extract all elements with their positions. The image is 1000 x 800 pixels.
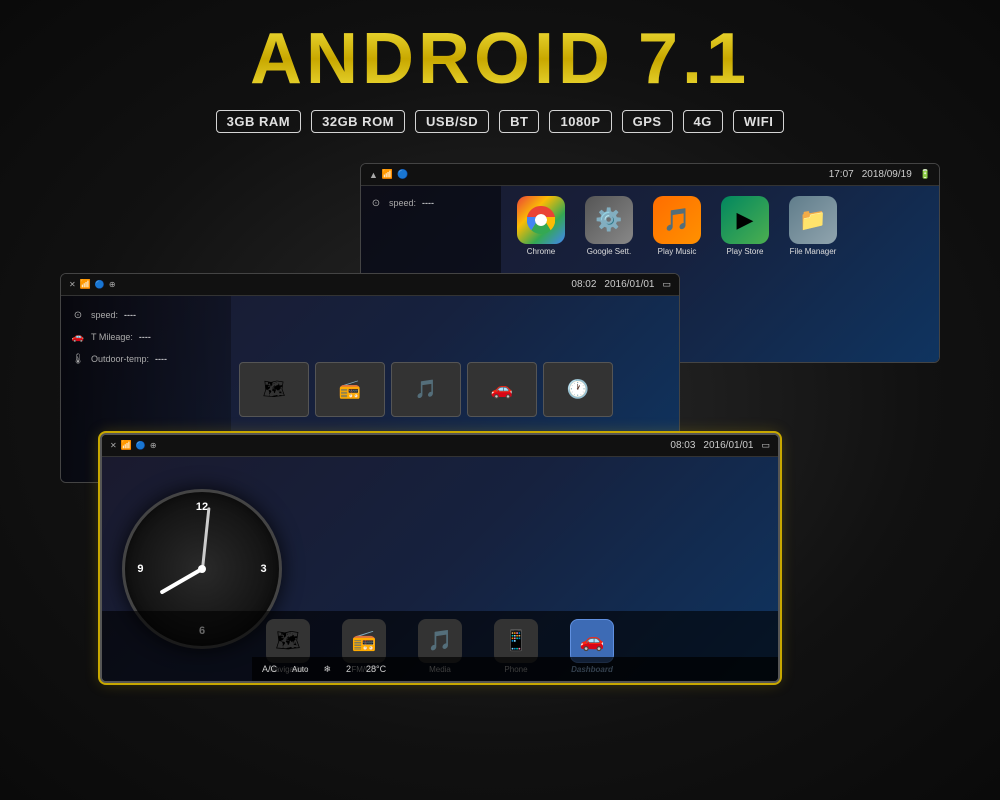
- speed-row: ⊙ speed: ----: [369, 196, 493, 210]
- fan-icon: ❄: [323, 664, 331, 675]
- clock-num-9: 9: [137, 563, 143, 575]
- spec-gps: GPS: [622, 110, 673, 133]
- spec-rom: 32GB ROM: [311, 110, 405, 133]
- mid-speed-row: ⊙ speed: ----: [71, 308, 221, 322]
- app-playstore[interactable]: ▶ Play Store: [715, 196, 775, 257]
- mid-temp-icon: 🌡: [71, 352, 85, 366]
- screen-mid-header: ✕ 📶 🔵 ⊕ 08:02 2016/01/01 ▭: [61, 274, 679, 296]
- screen-front-header: ✕ 📶 🔵 ⊕ 08:03 2016/01/01 ▭: [102, 435, 778, 457]
- mid-temp-row: 🌡 Outdoor-temp: ----: [71, 352, 221, 366]
- playmusic-label: Play Music: [658, 247, 697, 257]
- gsettings-icon: ⚙️: [585, 196, 633, 244]
- mid-mileage-row: 🚗 T Mileage: ----: [71, 330, 221, 344]
- back-time: 17:07: [829, 169, 854, 180]
- temp-value: 28°C: [366, 664, 386, 674]
- media-icon: 🎵: [418, 619, 462, 663]
- thumb-map: 🗺: [239, 362, 309, 417]
- thumb-clock: 🕐: [543, 362, 613, 417]
- front-date: 2016/01/01: [703, 440, 753, 451]
- ac-auto: Auto: [292, 665, 308, 674]
- app-filemanager[interactable]: 📁 File Manager: [783, 196, 843, 257]
- playstore-label: Play Store: [727, 247, 764, 257]
- app-playmusic[interactable]: 🎵 Play Music: [647, 196, 707, 257]
- app-chrome[interactable]: Chrome: [511, 196, 571, 257]
- mid-time-date: 08:02 2016/01/01 ▭: [571, 279, 671, 290]
- app-gsettings[interactable]: ⚙️ Google Sett.: [579, 196, 639, 257]
- screens-area: ▲ 📶 🔵 17:07 2018/09/19 🔋 ⊙ speed: ----: [0, 153, 1000, 713]
- front-time: 08:03: [670, 440, 695, 451]
- front-time-date: 08:03 2016/01/01 ▭: [670, 440, 770, 451]
- chrome-label: Chrome: [527, 247, 555, 257]
- screen-back-header: ▲ 📶 🔵 17:07 2018/09/19 🔋: [361, 164, 939, 186]
- mid-speed-icon: ⊙: [71, 308, 85, 322]
- clock-center: [198, 565, 206, 573]
- main-title: ANDROID 7.1: [250, 18, 750, 100]
- time-date: 17:07 2018/09/19 🔋: [829, 169, 931, 180]
- status-icons: ▲ 📶 🔵: [369, 169, 408, 180]
- mid-car-icon: 🚗: [71, 330, 85, 344]
- back-date: 2018/09/19: [862, 169, 912, 180]
- spec-usb: USB/SD: [415, 110, 489, 133]
- spec-4g: 4G: [683, 110, 723, 133]
- playstore-icon: ▶: [721, 196, 769, 244]
- playmusic-icon: 🎵: [653, 196, 701, 244]
- phone-icon: 📱: [494, 619, 538, 663]
- mid-status-icons: ✕ 📶 🔵 ⊕: [69, 279, 116, 290]
- dashboard-icon: 🚗: [570, 619, 614, 663]
- thumb-car: 🚗: [467, 362, 537, 417]
- specs-row: 3GB RAM 32GB ROM USB/SD BT 1080P GPS 4G …: [0, 110, 1000, 133]
- title-section: ANDROID 7.1: [0, 0, 1000, 100]
- thumb-music: 🎵: [391, 362, 461, 417]
- hour-hand: [159, 567, 203, 594]
- ac-label: A/C: [262, 664, 277, 674]
- front-status-icons: ✕ 📶 🔵 ⊕: [110, 440, 157, 451]
- screen-front-body: 12 3 6 9 🗺 Navigation: [102, 457, 778, 681]
- spec-wifi: WIFI: [733, 110, 784, 133]
- screen-front: ✕ 📶 🔵 ⊕ 08:03 2016/01/01 ▭ 12 3 6: [100, 433, 780, 683]
- spec-1080p: 1080P: [549, 110, 611, 133]
- speed-icon: ⊙: [369, 196, 383, 210]
- thumb-radio: 📻: [315, 362, 385, 417]
- minute-hand: [201, 507, 210, 569]
- fan-value: 2: [346, 664, 351, 674]
- navigation-icon: 🗺: [266, 619, 310, 663]
- spec-ram: 3GB RAM: [216, 110, 301, 133]
- filemanager-icon: 📁: [789, 196, 837, 244]
- filemanager-label: File Manager: [790, 247, 837, 257]
- fmcd-icon: 📻: [342, 619, 386, 663]
- gsettings-label: Google Sett.: [587, 247, 631, 257]
- mid-time: 08:02: [571, 279, 596, 290]
- clock-num-3: 3: [261, 563, 267, 575]
- mid-date: 2016/01/01: [604, 279, 654, 290]
- ac-bar: A/C Auto ❄ 2 28°C: [252, 657, 778, 681]
- spec-bt: BT: [499, 110, 539, 133]
- chrome-icon: [517, 196, 565, 244]
